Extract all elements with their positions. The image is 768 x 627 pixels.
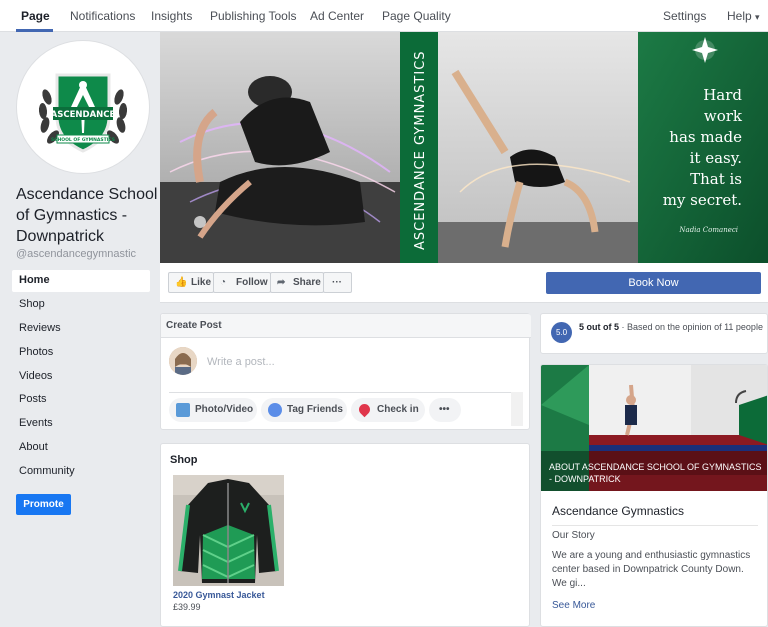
sidebar-item-reviews[interactable]: Reviews bbox=[12, 318, 150, 340]
svg-text:Nadia Comaneci: Nadia Comaneci bbox=[678, 226, 738, 234]
page-action-bar: 👍 Like ◔ Follow ➦ Share ··· Book Now bbox=[160, 263, 768, 303]
check-in-label: Check in bbox=[377, 404, 419, 415]
cover-photo[interactable]: ASCENDANCE GYMNASTICS Hard work has made… bbox=[160, 32, 768, 263]
user-photo-icon bbox=[169, 347, 197, 375]
tab-ad-center[interactable]: Ad Center bbox=[310, 9, 364, 23]
about-image-caption: ABOUT ASCENDANCE SCHOOL OF GYMNASTICS - … bbox=[549, 462, 762, 484]
rss-icon: ◔ bbox=[220, 277, 227, 288]
rating-basis-text: · Based on the opinion of 11 people bbox=[619, 322, 763, 332]
help-menu[interactable]: Help ▾ bbox=[727, 9, 760, 23]
about-divider bbox=[552, 525, 758, 526]
shop-title[interactable]: Shop bbox=[170, 454, 198, 466]
like-button[interactable]: 👍 Like bbox=[168, 272, 214, 293]
logo-crest-icon: ASCENDANCE SCHOOL OF GYMNASTICS bbox=[38, 73, 128, 153]
svg-text:That is: That is bbox=[690, 170, 742, 188]
about-cover-image[interactable]: ABOUT ASCENDANCE SCHOOL OF GYMNASTICS - … bbox=[541, 365, 767, 491]
help-label: Help bbox=[727, 9, 752, 23]
product-name[interactable]: 2020 Gymnast Jacket bbox=[173, 590, 265, 600]
tag-friends-button[interactable]: Tag Friends bbox=[261, 398, 347, 422]
svg-text:work: work bbox=[704, 107, 743, 125]
tab-insights[interactable]: Insights bbox=[151, 9, 192, 23]
create-post-card: Create Post Write a post... Photo/Video … bbox=[160, 313, 531, 430]
about-description: We are a young and enthusiastic gymnasti… bbox=[552, 550, 751, 589]
sidebar-item-shop[interactable]: Shop bbox=[12, 294, 150, 316]
svg-text:ASCENDANCE: ASCENDANCE bbox=[51, 110, 116, 120]
page-sidebar: ASCENDANCE SCHOOL OF GYMNASTICS Ascendan… bbox=[0, 32, 158, 627]
settings-link[interactable]: Settings bbox=[663, 9, 706, 23]
about-title: Ascendance Gymnastics bbox=[552, 504, 685, 518]
chevron-down-icon: ▾ bbox=[755, 12, 760, 22]
cover-collage: ASCENDANCE GYMNASTICS Hard work has made… bbox=[160, 32, 768, 263]
location-pin-icon bbox=[356, 401, 373, 418]
sidebar-item-videos[interactable]: Videos bbox=[12, 366, 150, 388]
page-top-nav: Page Notifications Insights Publishing T… bbox=[0, 0, 768, 32]
tag-friends-label: Tag Friends bbox=[287, 404, 343, 415]
product-price: £39.99 bbox=[173, 602, 201, 612]
svg-text:my secret.: my secret. bbox=[663, 191, 742, 209]
photo-video-label: Photo/Video bbox=[195, 404, 254, 415]
about-card: ABOUT ASCENDANCE SCHOOL OF GYMNASTICS - … bbox=[540, 364, 768, 627]
more-actions-button[interactable]: ··· bbox=[323, 272, 352, 293]
create-post-header: Create Post bbox=[161, 314, 531, 338]
more-options-button[interactable]: ••• bbox=[429, 398, 461, 422]
composer-divider bbox=[169, 392, 523, 393]
rating-badge: 5.0 bbox=[551, 322, 572, 343]
our-story-heading: Our Story bbox=[552, 530, 595, 541]
share-button[interactable]: ➦ Share bbox=[270, 272, 324, 293]
follow-label: Follow bbox=[236, 277, 268, 288]
shop-card: Shop 2020 Gymnast Jacket £39.99 bbox=[160, 443, 530, 627]
composer-scrollbar[interactable] bbox=[511, 392, 523, 426]
book-now-button[interactable]: Book Now bbox=[546, 272, 761, 294]
like-label: Like bbox=[191, 277, 212, 288]
sidebar-item-photos[interactable]: Photos bbox=[12, 342, 150, 364]
sidebar-item-posts[interactable]: Posts bbox=[12, 389, 150, 411]
sidebar-item-events[interactable]: Events bbox=[12, 413, 150, 435]
rating-summary: 5 out of 5 · Based on the opinion of 11 … bbox=[579, 321, 765, 334]
share-label: Share bbox=[293, 277, 321, 288]
product-image[interactable] bbox=[173, 475, 284, 586]
thumbs-up-icon: 👍 bbox=[175, 277, 188, 288]
promote-button[interactable]: Promote bbox=[16, 494, 71, 515]
svg-text:SCHOOL OF GYMNASTICS: SCHOOL OF GYMNASTICS bbox=[51, 137, 115, 143]
sidebar-item-home[interactable]: Home bbox=[12, 270, 150, 292]
jacket-photo bbox=[173, 475, 284, 586]
svg-text:it easy.: it easy. bbox=[690, 149, 742, 167]
page-profile-picture[interactable]: ASCENDANCE SCHOOL OF GYMNASTICS bbox=[16, 40, 150, 174]
follow-button[interactable]: ◔ Follow bbox=[213, 272, 271, 293]
rating-card[interactable]: 5.0 5 out of 5 · Based on the opinion of… bbox=[540, 313, 768, 354]
photo-video-button[interactable]: Photo/Video bbox=[169, 398, 257, 422]
write-post-input[interactable]: Write a post... bbox=[207, 356, 275, 368]
user-avatar bbox=[169, 347, 197, 375]
page-title: Ascendance School of Gymnastics - Downpa… bbox=[16, 186, 158, 245]
tab-notifications[interactable]: Notifications bbox=[70, 9, 135, 23]
tab-page[interactable]: Page bbox=[21, 9, 50, 23]
photo-icon bbox=[176, 403, 190, 417]
share-arrow-icon: ➦ bbox=[277, 277, 286, 288]
tag-people-icon bbox=[268, 403, 282, 417]
tab-publishing-tools[interactable]: Publishing Tools bbox=[210, 9, 297, 23]
ascendance-logo: ASCENDANCE SCHOOL OF GYMNASTICS bbox=[23, 47, 143, 167]
page-username[interactable]: @ascendancegymnastic bbox=[16, 248, 136, 260]
svg-text:has made: has made bbox=[669, 128, 742, 146]
check-in-button[interactable]: Check in bbox=[351, 398, 425, 422]
sidebar-item-about[interactable]: About bbox=[12, 437, 150, 459]
rating-score-text: 5 out of 5 bbox=[579, 322, 619, 332]
svg-text:ASCENDANCE GYMNASTICS: ASCENDANCE GYMNASTICS bbox=[413, 50, 428, 250]
sidebar-item-community[interactable]: Community bbox=[12, 461, 150, 483]
svg-text:Hard: Hard bbox=[703, 86, 742, 104]
see-more-link[interactable]: See More bbox=[552, 600, 595, 611]
tab-page-quality[interactable]: Page Quality bbox=[382, 9, 451, 23]
